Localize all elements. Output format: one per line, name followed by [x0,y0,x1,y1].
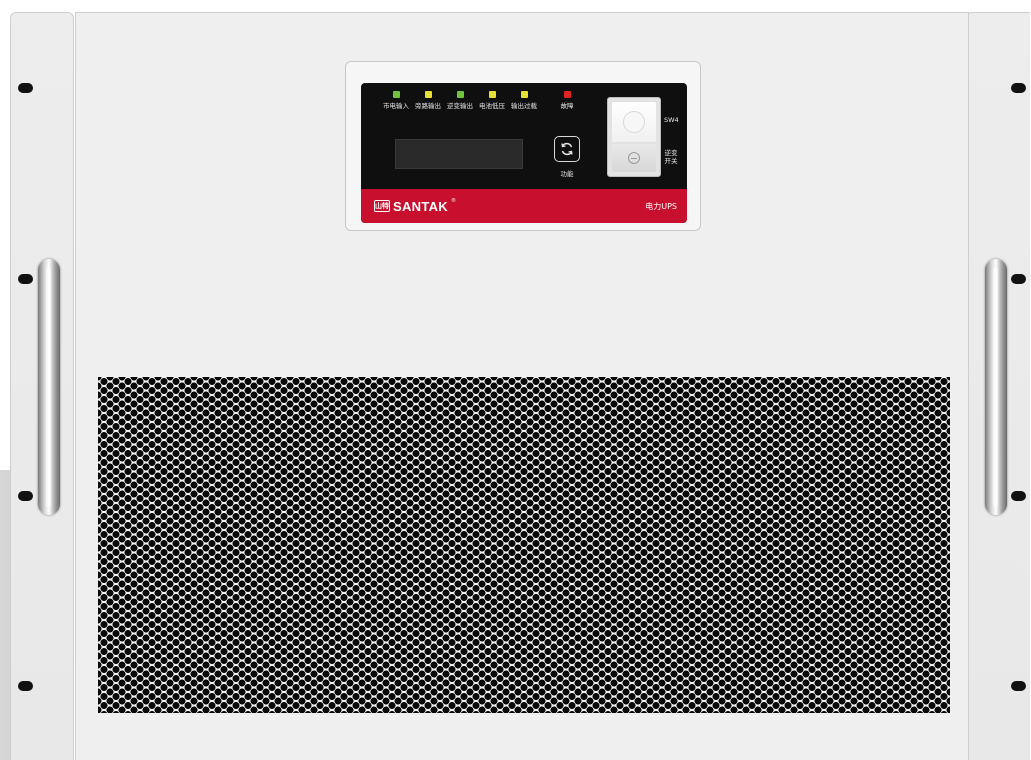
santak-logo-mark: 山特 [374,200,390,212]
switch-name-label: 逆变 开关 [664,149,678,165]
santak-logo: 山特 SANTAK ® [374,198,456,214]
led-icon [456,91,464,98]
registered-mark: ® [451,198,456,204]
function-button-label: 功能 [560,170,574,178]
ups-cabinet: 市电输入 旁路输出 逆变输出 电池低压 输出过载 故障 功能 SW4 逆变 开关… [0,0,1031,760]
control-panel-face: 市电输入 旁路输出 逆变输出 电池低压 输出过载 故障 功能 SW4 逆变 开关… [361,83,687,223]
left-handle[interactable] [38,259,60,515]
control-panel: 市电输入 旁路输出 逆变输出 电池低压 输出过载 故障 功能 SW4 逆变 开关… [345,61,701,231]
switch-id-label: SW4 [664,116,679,124]
right-handle[interactable] [985,259,1007,515]
switch-name-line2: 开关 [664,157,678,165]
led-icon [392,91,400,98]
inverter-switch[interactable] [607,97,661,177]
indicator-fault: 故障 [547,91,587,110]
led-icon [424,91,432,98]
mounting-hole [1011,83,1026,93]
mounting-hole [1011,491,1026,501]
led-icon [488,91,496,98]
power-on-icon [623,111,645,133]
switch-on-side[interactable] [612,102,656,142]
indicator-label: 输出过载 [511,102,537,110]
switch-off-side[interactable] [612,144,656,172]
switch-name-line1: 逆变 [664,149,678,157]
indicator-output-overload: 输出过载 [504,91,544,110]
brand-name: SANTAK [393,198,448,214]
mounting-hole [18,83,33,93]
brand-bar: 山特 SANTAK ® 电力UPS [361,189,687,223]
mounting-hole [18,491,33,501]
led-icon [520,91,528,98]
mounting-hole [1011,274,1026,284]
refresh-icon [561,142,573,156]
ventilation-grille [98,377,950,713]
led-icon [563,91,571,98]
mounting-hole [18,274,33,284]
power-off-icon [628,152,640,164]
indicator-label: 故障 [560,102,574,110]
product-label: 电力UPS [645,202,677,211]
mounting-hole [1011,681,1026,691]
function-button[interactable] [554,136,580,162]
lcd-display [395,139,523,169]
mounting-hole [18,681,33,691]
